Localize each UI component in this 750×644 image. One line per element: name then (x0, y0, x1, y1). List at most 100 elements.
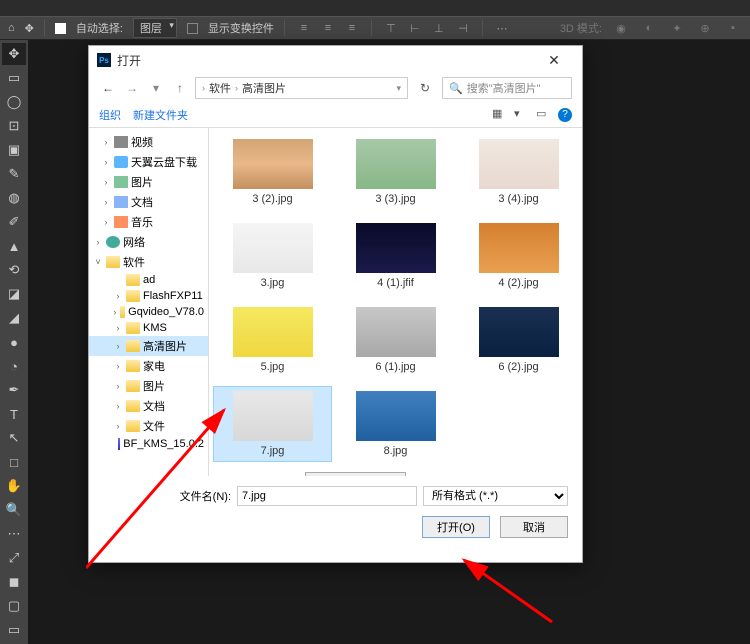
swap-colors[interactable]: ⤢ (2, 547, 26, 569)
file-item[interactable]: 4 (1).jfif (336, 218, 455, 294)
breadcrumb[interactable]: › 软件 › 高清图片 ▾ (195, 77, 408, 99)
path-tool[interactable]: ↖ (2, 427, 26, 449)
view-mode-icon[interactable]: ▾ (514, 107, 530, 123)
expand-icon[interactable]: › (113, 361, 123, 371)
3d-icon[interactable]: ⊕ (696, 19, 714, 37)
help-icon[interactable]: ? (558, 108, 572, 122)
tree-item[interactable]: ›文档 (89, 192, 208, 212)
expand-icon[interactable]: › (101, 177, 111, 187)
history-brush-tool[interactable]: ⟲ (2, 259, 26, 281)
cancel-button[interactable]: 取消 (500, 516, 568, 538)
hand-tool[interactable]: ✋ (2, 475, 26, 497)
more-icon[interactable]: ⋯ (493, 19, 511, 37)
tree-item[interactable]: ›网络 (89, 232, 208, 252)
3d-icon[interactable]: ◐ (640, 19, 658, 37)
dodge-tool[interactable]: ◔ (2, 355, 26, 377)
3d-icon[interactable]: ✦ (668, 19, 686, 37)
dist-icon[interactable]: ⊤ (382, 19, 400, 37)
eraser-tool[interactable]: ◪ (2, 283, 26, 305)
frame-tool[interactable]: ▣ (2, 139, 26, 161)
3d-icon[interactable]: ◉ (612, 19, 630, 37)
auto-select-checkbox[interactable] (55, 23, 66, 34)
transform-checkbox[interactable] (187, 23, 198, 34)
new-folder-button[interactable]: 新建文件夹 (133, 107, 188, 123)
more-tools[interactable]: ⋯ (2, 523, 26, 545)
tree-item[interactable]: ›家电 (89, 356, 208, 376)
view-mode-icon[interactable]: ▦ (492, 107, 508, 123)
breadcrumb-item[interactable]: 软件 (209, 80, 231, 96)
up-button[interactable]: ↑ (171, 81, 189, 95)
expand-icon[interactable]: › (113, 421, 123, 431)
breadcrumb-item[interactable]: 高清图片 (242, 80, 286, 96)
recent-button[interactable]: ▾ (147, 81, 165, 95)
file-item[interactable]: 4 (2).jpg (459, 218, 578, 294)
open-cloud-button[interactable]: 打开云文档 (305, 472, 406, 476)
tree-item[interactable]: ›FlashFXP11 (89, 288, 208, 304)
crop-tool[interactable]: ⊡ (2, 115, 26, 137)
expand-icon[interactable]: › (113, 381, 123, 391)
open-button[interactable]: 打开(O) (422, 516, 490, 538)
expand-icon[interactable]: › (101, 197, 111, 207)
tree-item[interactable]: ›天翼云盘下载 (89, 152, 208, 172)
expand-icon[interactable]: › (113, 341, 123, 351)
home-icon[interactable]: ⌂ (8, 22, 15, 34)
tree-item[interactable]: ›文档 (89, 396, 208, 416)
type-tool[interactable]: T (2, 403, 26, 425)
file-item[interactable]: 6 (2).jpg (459, 302, 578, 378)
file-item[interactable]: 8.jpg (336, 386, 455, 462)
heal-tool[interactable]: ◍ (2, 187, 26, 209)
file-item[interactable]: 3 (4).jpg (459, 134, 578, 210)
tree-item[interactable]: ›KMS (89, 320, 208, 336)
refresh-button[interactable]: ↻ (414, 81, 436, 95)
tree-item[interactable]: ›Gqvideo_V78.0 (89, 304, 208, 320)
tree-item[interactable]: ad (89, 272, 208, 288)
screen-mode[interactable]: ▭ (2, 619, 26, 641)
3d-icon[interactable]: ▪ (724, 19, 742, 37)
expand-icon[interactable]: › (113, 307, 117, 317)
forward-button[interactable]: → (123, 81, 141, 95)
layer-select[interactable]: 图层 (133, 18, 177, 38)
align-icon[interactable]: ≡ (343, 19, 361, 37)
align-icon[interactable]: ≡ (295, 19, 313, 37)
expand-icon[interactable]: › (113, 401, 123, 411)
eyedropper-tool[interactable]: ✎ (2, 163, 26, 185)
file-item[interactable]: 3 (3).jpg (336, 134, 455, 210)
file-item[interactable]: 5.jpg (213, 302, 332, 378)
expand-icon[interactable]: › (93, 237, 103, 247)
expand-icon[interactable]: › (101, 137, 111, 147)
lasso-tool[interactable]: ◯ (2, 91, 26, 113)
gradient-tool[interactable]: ◢ (2, 307, 26, 329)
blur-tool[interactable]: ● (2, 331, 26, 353)
search-input[interactable]: 🔍 搜索"高清图片" (442, 77, 572, 99)
dist-icon[interactable]: ⊢ (406, 19, 424, 37)
stamp-tool[interactable]: ▲ (2, 235, 26, 257)
tree-item[interactable]: ›图片 (89, 172, 208, 192)
dist-icon[interactable]: ⊥ (430, 19, 448, 37)
quick-mask[interactable]: ▢ (2, 595, 26, 617)
file-item[interactable]: 3.jpg (213, 218, 332, 294)
filename-input[interactable] (237, 486, 417, 506)
tree-item[interactable]: BF_KMS_15.0.2 (89, 436, 208, 452)
expand-icon[interactable]: › (113, 291, 123, 301)
tree-item[interactable]: ›高清图片 (89, 336, 208, 356)
tree-item[interactable]: ›视频 (89, 132, 208, 152)
shape-tool[interactable]: □ (2, 451, 26, 473)
tree-item[interactable]: ›音乐 (89, 212, 208, 232)
expand-icon[interactable]: › (101, 157, 111, 167)
brush-tool[interactable]: ✐ (2, 211, 26, 233)
zoom-tool[interactable]: 🔍 (2, 499, 26, 521)
tree-item[interactable]: ›文件 (89, 416, 208, 436)
back-button[interactable]: ← (99, 81, 117, 95)
marquee-tool[interactable]: ▭ (2, 67, 26, 89)
file-item[interactable]: 6 (1).jpg (336, 302, 455, 378)
organize-button[interactable]: 组织 (99, 107, 121, 123)
filter-select[interactable]: 所有格式 (*.*) (423, 486, 568, 506)
expand-icon[interactable]: › (101, 217, 111, 227)
tree-item[interactable]: ˅软件 (89, 252, 208, 272)
preview-icon[interactable]: ▭ (536, 107, 552, 123)
move-tool[interactable]: ✥ (2, 43, 26, 65)
close-button[interactable]: ✕ (534, 48, 574, 72)
expand-icon[interactable]: › (113, 323, 123, 333)
dist-icon[interactable]: ⊣ (454, 19, 472, 37)
file-item[interactable]: 3 (2).jpg (213, 134, 332, 210)
